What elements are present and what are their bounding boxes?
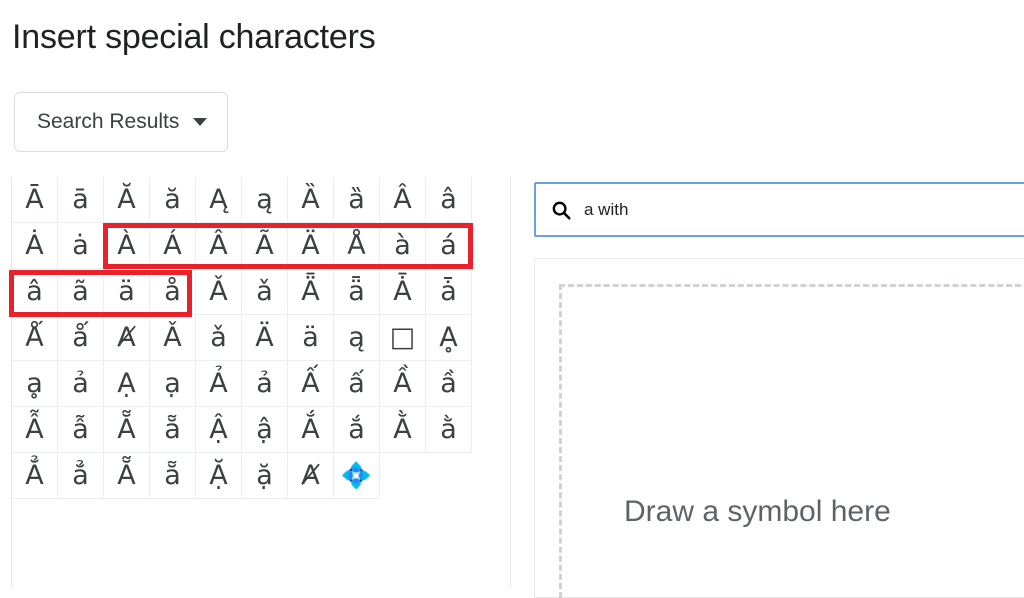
character-cell[interactable]: ă: [149, 177, 196, 223]
character-cell[interactable]: Ǎ: [195, 268, 242, 315]
character-cell[interactable]: ä: [103, 268, 150, 315]
character-cell[interactable]: á: [425, 222, 472, 269]
character-cell[interactable]: Ậ: [195, 406, 242, 453]
character-cell[interactable]: Ȧ: [12, 222, 58, 269]
character-cell[interactable]: Ẳ: [12, 452, 58, 499]
character-cell[interactable]: ǎ: [241, 268, 288, 315]
character-cell[interactable]: ẳ: [57, 452, 104, 499]
character-cell[interactable]: â: [12, 268, 58, 315]
character-cell[interactable]: Ầ: [379, 360, 426, 407]
search-box[interactable]: [534, 182, 1024, 237]
character-cell[interactable]: Ⱥ: [287, 452, 334, 499]
character-cell[interactable]: Ǻ: [12, 314, 58, 361]
character-cell[interactable]: ą: [333, 314, 380, 361]
character-cell[interactable]: ä: [287, 314, 334, 361]
character-cell[interactable]: Ⱥ: [103, 314, 150, 361]
character-cell[interactable]: ȧ: [57, 222, 104, 269]
character-cell[interactable]: Ȁ: [287, 177, 334, 223]
character-cell[interactable]: Å: [333, 222, 380, 269]
character-cell[interactable]: ắ: [333, 406, 380, 453]
character-cell[interactable]: □: [379, 314, 426, 361]
character-cell[interactable]: ẵ: [149, 406, 196, 453]
character-cell[interactable]: Ḁ: [425, 314, 472, 361]
character-cell[interactable]: Ǟ: [287, 268, 334, 315]
character-cell[interactable]: ậ: [241, 406, 288, 453]
character-cell[interactable]: ȁ: [333, 177, 380, 223]
character-cell[interactable]: Ǎ: [149, 314, 196, 361]
character-cell[interactable]: ạ: [149, 360, 196, 407]
character-cell[interactable]: ǎ: [195, 314, 242, 361]
character-cell[interactable]: Â: [379, 177, 426, 223]
character-cell[interactable]: Ặ: [195, 452, 242, 499]
character-cell[interactable]: À: [103, 222, 150, 269]
character-cell[interactable]: Ä: [287, 222, 334, 269]
character-grid-panel: Āā Ăă Ąą Ȁȁ Ââ Ȧȧ À Á Â Ã Ä Åà á â ã ä å Ǎǎ Ǟǟ Ǡǡ Ǻǻ Ⱥ Ǎǎ Ää ą □ Ḁ…: [11, 177, 511, 587]
character-cell[interactable]: Ắ: [287, 406, 334, 453]
character-cell[interactable]: ǻ: [57, 314, 104, 361]
chevron-down-icon: [193, 118, 208, 126]
character-cell[interactable]: à: [379, 222, 426, 269]
character-cell[interactable]: å: [149, 268, 196, 315]
character-cell[interactable]: ấ: [333, 360, 380, 407]
character-cell[interactable]: ǡ: [425, 268, 472, 315]
character-cell[interactable]: Á: [149, 222, 196, 269]
category-dropdown[interactable]: Search Results: [14, 92, 229, 152]
character-cell[interactable]: ầ: [425, 360, 472, 407]
character-cell[interactable]: Ằ: [379, 406, 426, 453]
character-cell[interactable]: ā: [57, 177, 104, 223]
search-input[interactable]: [584, 199, 1024, 220]
character-cell[interactable]: ặ: [241, 452, 288, 499]
page-title: Insert special characters: [12, 18, 376, 56]
character-cell[interactable]: Ă: [103, 177, 150, 223]
character-cell[interactable]: ằ: [425, 406, 472, 453]
search-icon: [552, 201, 571, 220]
character-cell[interactable]: Ã: [241, 222, 288, 269]
character-cell[interactable]: Ạ: [103, 360, 150, 407]
character-cell[interactable]: 💠: [333, 452, 380, 499]
character-cell[interactable]: Ả: [195, 360, 242, 407]
character-cell[interactable]: Ẵ: [103, 452, 150, 499]
character-cell[interactable]: Ą: [195, 177, 242, 223]
character-cell[interactable]: ã: [57, 268, 104, 315]
character-cell[interactable]: Ä: [241, 314, 288, 361]
character-cell[interactable]: ẵ: [149, 452, 196, 499]
character-cell[interactable]: Ā: [12, 177, 58, 223]
category-dropdown-label: Search Results: [37, 110, 180, 133]
character-cell[interactable]: ḁ: [12, 360, 58, 407]
character-cell[interactable]: â: [425, 177, 472, 223]
character-cell[interactable]: Â: [195, 222, 242, 269]
character-grid[interactable]: Āā Ăă Ąą Ȁȁ Ââ Ȧȧ À Á Â Ã Ä Åà á â ã ä å Ǎǎ Ǟǟ Ǡǡ Ǻǻ Ⱥ Ǎǎ Ää ą □ Ḁ…: [12, 177, 472, 499]
character-cell[interactable]: ẫ: [57, 406, 104, 453]
character-cell[interactable]: Ẵ: [103, 406, 150, 453]
draw-canvas-hint: Draw a symbol here: [624, 495, 891, 528]
character-cell[interactable]: ą: [241, 177, 288, 223]
character-cell[interactable]: ǟ: [333, 268, 380, 315]
character-cell[interactable]: ả: [241, 360, 288, 407]
character-cell[interactable]: Ǡ: [379, 268, 426, 315]
character-cell[interactable]: Ấ: [287, 360, 334, 407]
character-cell[interactable]: Ẫ: [12, 406, 58, 453]
character-cell[interactable]: ả: [57, 360, 104, 407]
draw-symbol-panel: Draw a symbol here: [534, 258, 1024, 598]
draw-canvas[interactable]: Draw a symbol here: [559, 284, 1024, 598]
